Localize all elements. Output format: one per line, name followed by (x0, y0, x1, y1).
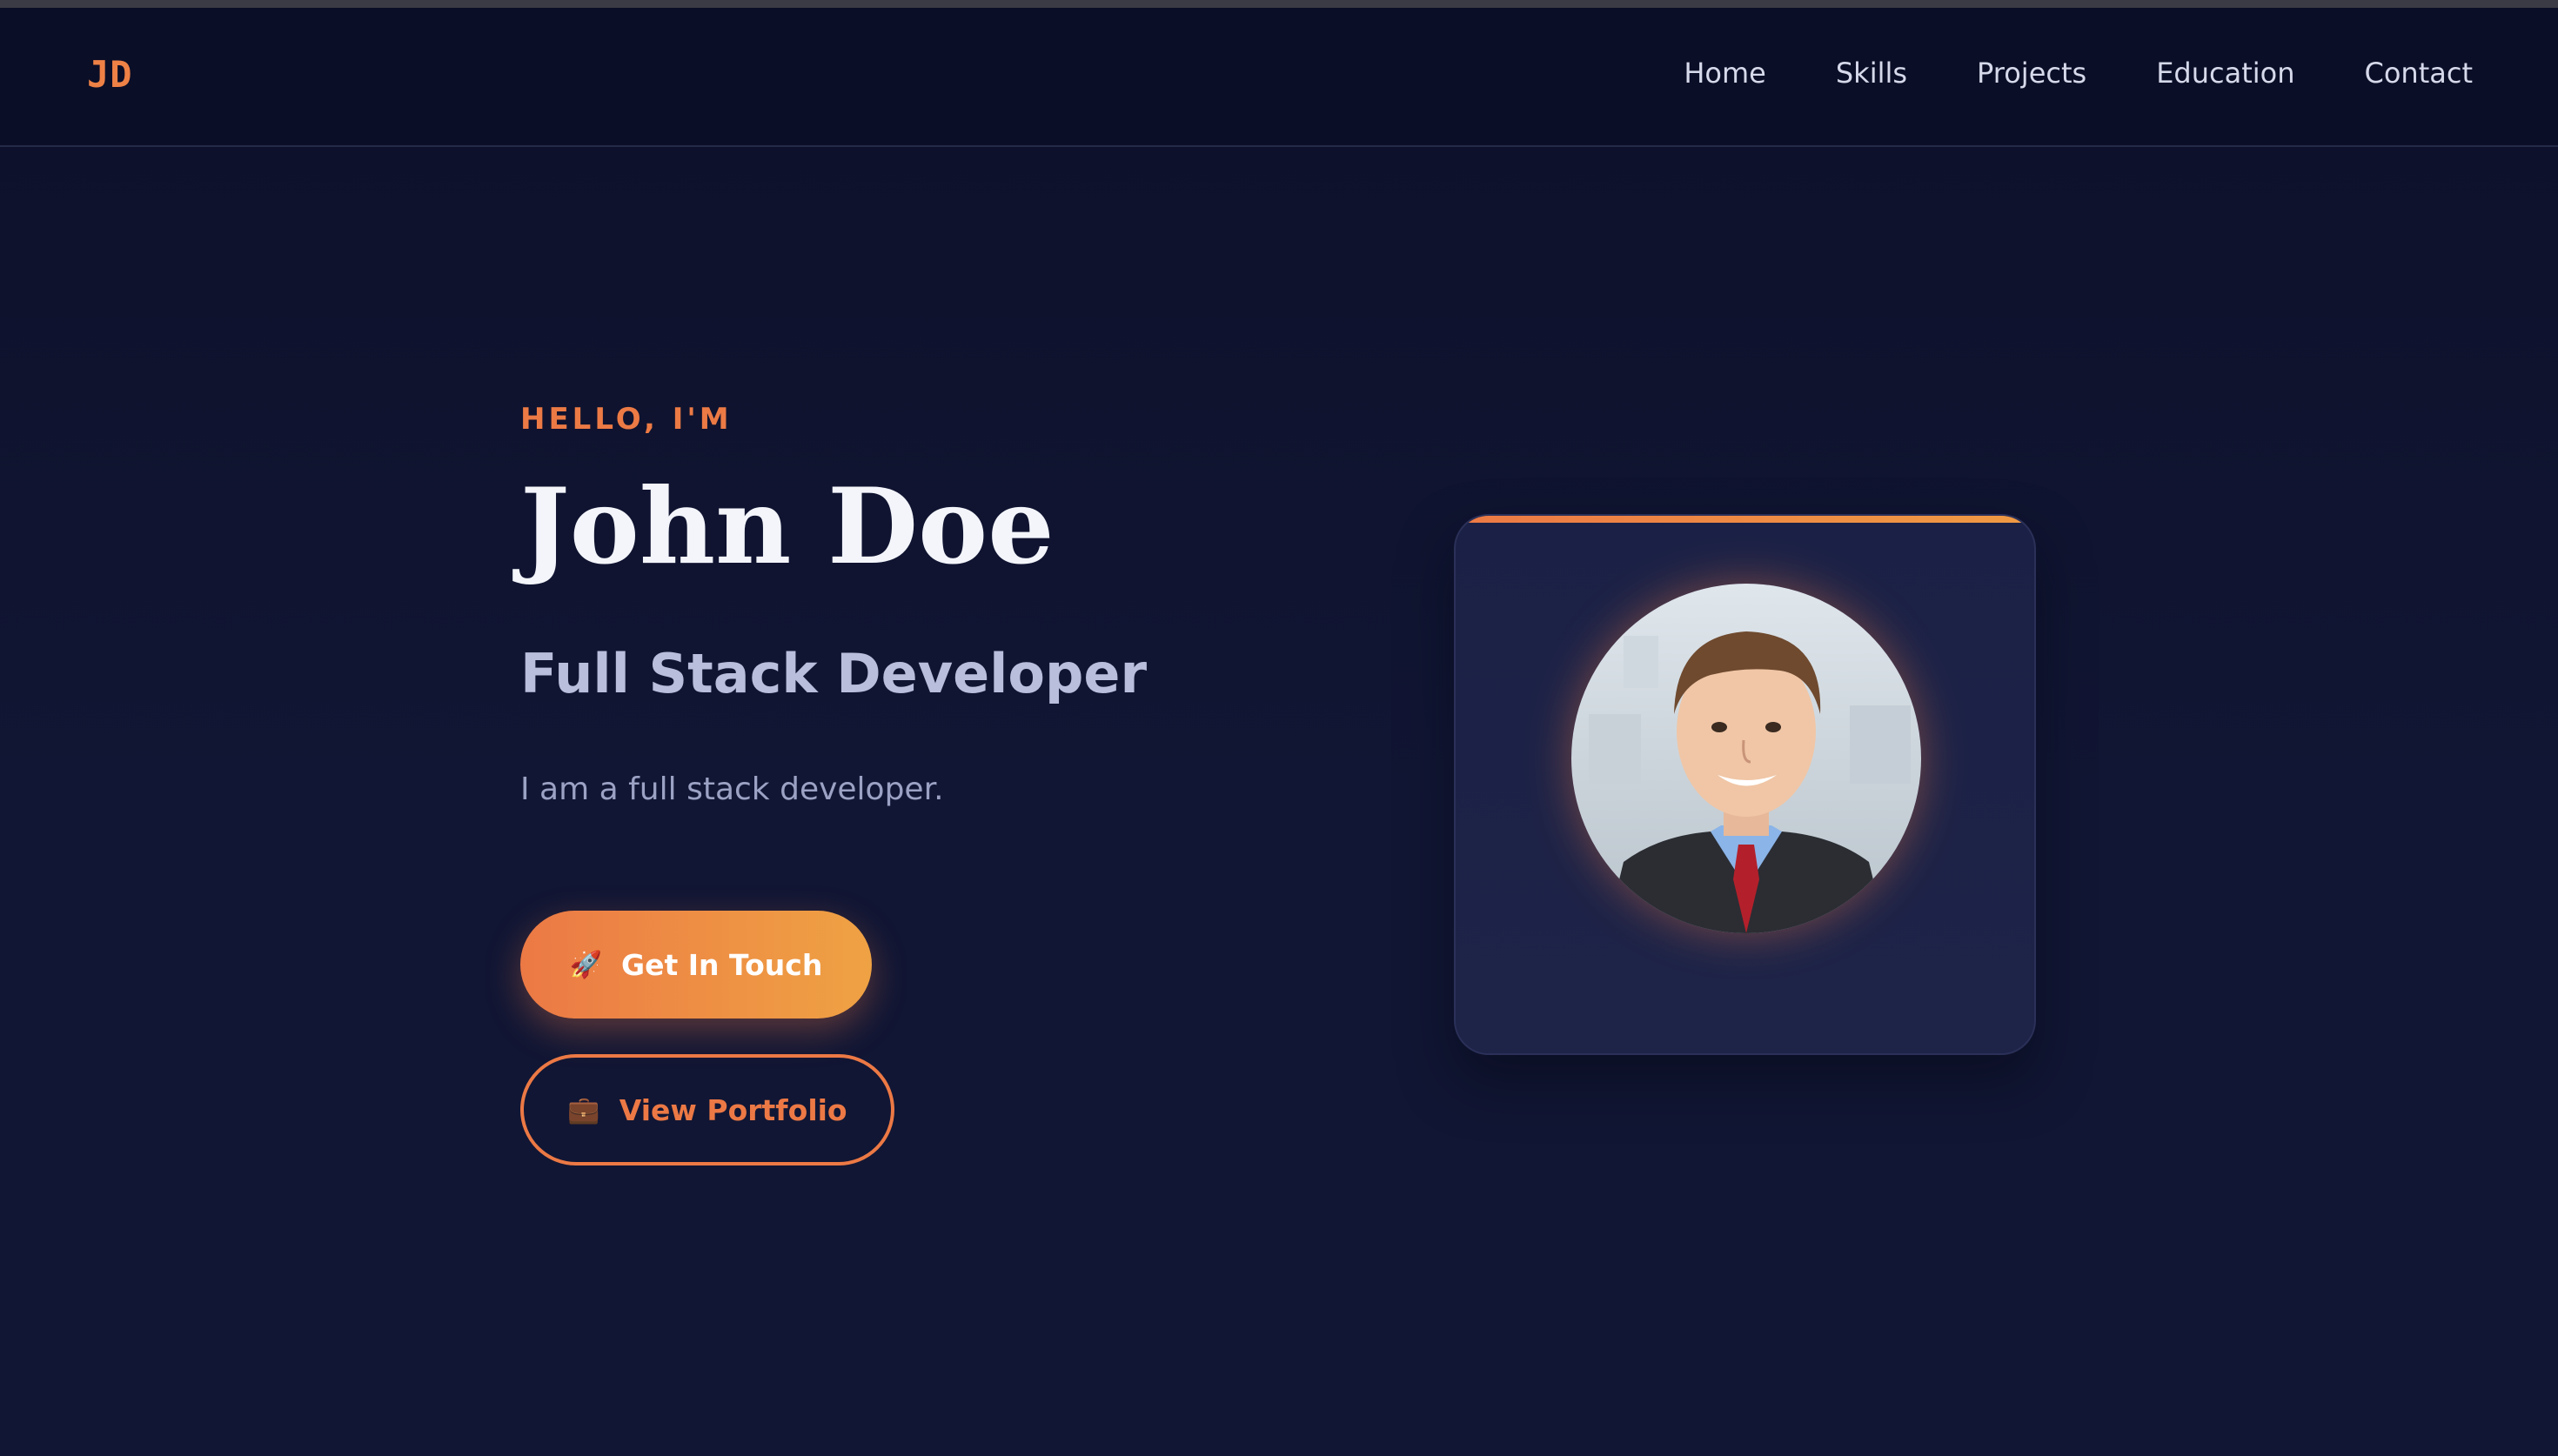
rocket-icon: 🚀 (569, 949, 602, 980)
nav-link-contact[interactable]: Contact (2365, 57, 2474, 90)
nav-link-projects[interactable]: Projects (1977, 57, 2086, 90)
navbar: JD Home Skills Projects Education Contac… (0, 8, 2558, 147)
get-in-touch-label: Get In Touch (621, 947, 823, 982)
nav-menu: Home Skills Projects Education Contact (1684, 57, 2473, 90)
briefcase-icon: 💼 (567, 1094, 600, 1125)
hero-greeting: HELLO, I'M (520, 402, 733, 437)
browser-top-strip (0, 0, 2558, 8)
nav-link-education[interactable]: Education (2156, 57, 2294, 90)
nav-link-home[interactable]: Home (1684, 57, 1766, 90)
view-portfolio-button[interactable]: 💼 View Portfolio (520, 1054, 894, 1165)
hero-description: I am a full stack developer. (520, 771, 944, 807)
profile-photo (1571, 584, 1921, 933)
hero-role: Full Stack Developer (520, 642, 1148, 705)
nav-link-skills[interactable]: Skills (1836, 57, 1907, 90)
card-accent-bar (1456, 516, 2034, 523)
logo[interactable]: JD (87, 53, 133, 96)
profile-card (1454, 514, 2036, 1055)
get-in-touch-button[interactable]: 🚀 Get In Touch (520, 911, 872, 1019)
hero-name: John Doe (520, 465, 1055, 588)
view-portfolio-label: View Portfolio (619, 1092, 847, 1127)
hero-intro: HELLO, I'M John Doe Full Stack Developer… (520, 402, 1303, 807)
